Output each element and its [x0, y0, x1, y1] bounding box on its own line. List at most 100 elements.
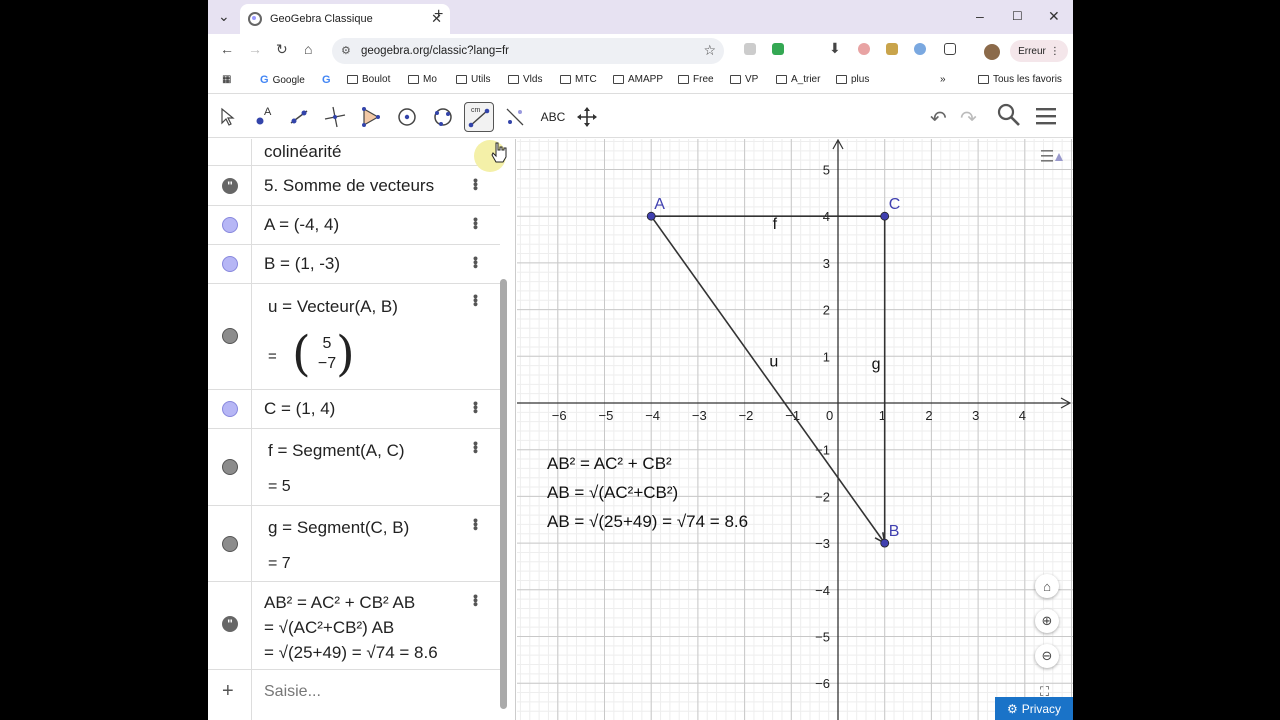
point-tool[interactable]: A	[248, 102, 278, 132]
text-tool[interactable]: ABC	[536, 102, 570, 132]
home-view-icon[interactable]: ⌂	[1035, 574, 1059, 598]
algebra-row[interactable]: f = Segment(A, C) = 5 •••	[208, 429, 500, 506]
graphics-style-icon[interactable]	[1039, 147, 1065, 165]
more-vert-icon[interactable]: •••	[468, 441, 484, 453]
google-shortcut[interactable]: G	[322, 74, 331, 86]
bookmark-mtc[interactable]: MTC	[560, 74, 597, 85]
maximize-button[interactable]: ☐	[1012, 9, 1023, 23]
tab-list-button[interactable]: ⌄	[218, 8, 230, 25]
folder-icon	[730, 75, 741, 84]
bookmark-utils[interactable]: Utils	[456, 74, 490, 85]
bookmark-vlds[interactable]: Vlds	[508, 74, 542, 85]
circle-three-points-tool[interactable]	[428, 102, 458, 132]
record-icon[interactable]	[858, 43, 870, 55]
new-tab-button[interactable]: +	[434, 6, 443, 24]
algebra-row[interactable]: g = Segment(C, B) = 7 •••	[208, 506, 500, 582]
bookmark-free[interactable]: Free	[678, 74, 714, 85]
bookmark-label: plus	[851, 74, 870, 85]
bookmark-a-trier[interactable]: A_trier	[776, 74, 820, 85]
tab-strip: ⌄ GeoGebra Classique ✕ + – ☐ ✕	[208, 0, 1073, 34]
row-text: 5. Somme de vecteurs	[264, 176, 435, 195]
move-graphics-tool[interactable]	[572, 102, 602, 132]
bookmark-star-icon[interactable]: ☆	[703, 42, 716, 59]
home-icon[interactable]: ⌂	[304, 41, 312, 57]
algebra-row[interactable]: u = Vecteur(A, B) = ( 5 −7 ) •••	[208, 284, 500, 390]
bookmark-amapp[interactable]: AMAPP	[613, 74, 663, 85]
row-marker	[208, 284, 252, 389]
bookmark-mo[interactable]: Mo	[408, 74, 437, 85]
minimize-button[interactable]: –	[976, 8, 984, 24]
geogebra-favicon-icon	[248, 12, 262, 26]
avatar[interactable]	[984, 44, 1000, 60]
undo-icon[interactable]: ↶	[930, 106, 947, 131]
zoom-out-icon[interactable]: ⊖	[1035, 644, 1059, 668]
bookmark-plus[interactable]: plus	[836, 74, 869, 85]
more-bookmarks-icon[interactable]: »	[940, 74, 946, 85]
drive-icon[interactable]	[772, 43, 784, 55]
menu-icon[interactable]	[1034, 104, 1058, 134]
circle-tool[interactable]	[392, 102, 422, 132]
circle-three-points-icon	[434, 108, 452, 126]
bookmark-label: MTC	[575, 74, 597, 85]
zoom-in-icon[interactable]: ⊕	[1035, 609, 1059, 633]
geogebra-toolbar: A cm ABC ↶ ↷	[208, 96, 1073, 138]
site-info-icon[interactable]: ⚙	[341, 44, 351, 57]
polygon-tool[interactable]	[356, 102, 386, 132]
download-icon[interactable]: ⬇	[829, 40, 841, 57]
extension-icon[interactable]	[886, 43, 898, 55]
search-icon[interactable]	[996, 102, 1022, 134]
row-marker	[208, 206, 252, 244]
more-vert-icon[interactable]: •••	[468, 256, 484, 268]
algebra-row[interactable]: " AB² = AC² + CB² AB = √(AC²+CB²) AB = √…	[208, 582, 500, 670]
more-vert-icon[interactable]: •••	[468, 594, 484, 606]
more-vert-icon[interactable]: •••	[468, 178, 484, 190]
bookmark-all[interactable]: Tous les favoris	[978, 74, 1062, 85]
apps-grid-icon[interactable]: ▦	[222, 74, 231, 85]
visibility-toggle-icon[interactable]	[222, 459, 238, 475]
polygon-icon	[362, 107, 380, 127]
bookmark-boulot[interactable]: Boulot	[347, 74, 390, 85]
visibility-toggle-icon[interactable]	[222, 217, 238, 233]
visibility-toggle-icon[interactable]	[222, 328, 238, 344]
distance-tool[interactable]: cm	[464, 102, 494, 132]
address-bar[interactable]: ⚙ geogebra.org/classic?lang=fr ☆	[332, 38, 724, 64]
visibility-toggle-icon[interactable]	[222, 256, 238, 272]
input-row[interactable]: + Saisie...	[208, 670, 500, 720]
extension-icon[interactable]	[744, 43, 756, 55]
x-tick-label: −5	[599, 408, 614, 423]
graphics-view[interactable]: −6−5−4−3−2−10123454321−1−2−3−4−5−6fguABC…	[517, 139, 1073, 720]
more-vert-icon[interactable]: •••	[468, 401, 484, 413]
back-icon[interactable]: ←	[220, 41, 234, 57]
visibility-toggle-icon[interactable]	[222, 401, 238, 417]
scrollbar[interactable]	[500, 279, 507, 709]
forward-icon[interactable]: →	[248, 41, 262, 57]
graphics-text-box[interactable]: AB² = AC² + CB² AB = √(AC²+CB²) AB = √(2…	[547, 449, 748, 536]
algebra-row[interactable]: A = (-4, 4) •••	[208, 206, 500, 245]
browser-tab[interactable]: GeoGebra Classique ✕	[240, 4, 450, 34]
perpendicular-tool[interactable]	[320, 102, 350, 132]
reload-icon[interactable]: ↻	[276, 41, 288, 58]
extension-icon[interactable]	[914, 43, 926, 55]
profile-error-button[interactable]: Erreur ⋮	[1010, 40, 1068, 62]
input-bar[interactable]: Saisie...	[264, 683, 321, 701]
algebra-row[interactable]: " 5. Somme de vecteurs •••	[208, 166, 500, 206]
more-vert-icon[interactable]: •••	[468, 294, 484, 306]
reflect-tool[interactable]	[500, 102, 530, 132]
algebra-row[interactable]: colinéarité	[208, 139, 506, 172]
more-vert-icon[interactable]: •••	[468, 217, 484, 229]
algebra-row[interactable]: C = (1, 4) •••	[208, 390, 500, 429]
graphics-canvas[interactable]: −6−5−4−3−2−10123454321−1−2−3−4−5−6fguABC	[517, 139, 1073, 720]
bookmark-vp[interactable]: VP	[730, 74, 758, 85]
extensions-puzzle-icon[interactable]	[944, 43, 956, 55]
add-icon[interactable]: +	[222, 680, 234, 703]
bookmark-google[interactable]: G Google	[260, 74, 305, 86]
algebra-row[interactable]: B = (1, -3) •••	[208, 245, 500, 284]
close-window-button[interactable]: ✕	[1048, 8, 1060, 25]
visibility-toggle-icon[interactable]	[222, 536, 238, 552]
line-tool[interactable]	[284, 102, 314, 132]
graphics-text-line: AB = √(25+49) = √74 = 8.6	[547, 512, 749, 531]
move-tool[interactable]	[212, 102, 242, 132]
redo-icon[interactable]: ↷	[960, 106, 977, 131]
more-vert-icon[interactable]: •••	[468, 518, 484, 530]
privacy-button[interactable]: ⚙ Privacy	[995, 697, 1073, 720]
